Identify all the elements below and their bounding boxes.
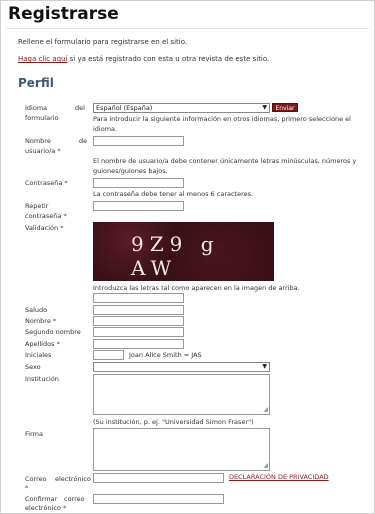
login-notice-text: si ya está registrado con esta u otra re… <box>67 55 270 63</box>
first-name-input[interactable] <box>93 316 184 326</box>
language-label-3: formulario <box>25 114 59 122</box>
gender-select[interactable]: ▼ <box>93 362 270 372</box>
username-label-1: Nombre <box>25 137 51 145</box>
language-help: Para introducir la siguiente información… <box>93 115 351 133</box>
initials-input[interactable] <box>93 350 124 360</box>
title-divider <box>6 28 369 29</box>
confirm-email-input[interactable] <box>93 494 224 504</box>
language-label-2: del <box>75 104 85 112</box>
last-name-label: Apellidos * <box>25 340 60 348</box>
privacy-statement-link[interactable]: DECLARACIÓN DE PRIVACIDAD <box>229 473 329 481</box>
chevron-down-icon: ▼ <box>262 363 267 370</box>
initials-label: Iniciales <box>25 351 52 359</box>
salutation-input[interactable] <box>93 305 184 315</box>
email-label-2: electrónico <box>55 475 91 483</box>
username-label-2: de <box>79 137 88 145</box>
email-input[interactable] <box>93 473 224 483</box>
signature-textarea[interactable]: ◢ <box>93 428 270 471</box>
language-select-value: Español (España) <box>96 104 153 112</box>
required-marker: * <box>64 179 68 187</box>
required-marker: * <box>60 224 64 232</box>
password-help: La contraseña debe tener al menos 6 cara… <box>93 190 254 198</box>
intro-text: Rellene el formulario para registrarse e… <box>18 38 188 46</box>
affiliation-textarea[interactable]: ◢ <box>93 374 270 415</box>
salutation-label: Saludo <box>25 306 48 314</box>
language-submit-button[interactable]: Enviar <box>272 103 298 112</box>
captcha-image: 9Z9 g AW <box>93 222 274 281</box>
signature-label: Firma <box>25 430 43 438</box>
confirm-email-label-3: electrónico * <box>25 504 67 512</box>
username-input[interactable] <box>93 136 184 146</box>
page-title: Registrarse <box>8 4 119 24</box>
captcha-label: Validación * <box>25 224 64 232</box>
chevron-down-icon: ▼ <box>262 104 267 111</box>
username-help: El nombre de usuario/a debe contener úni… <box>93 157 357 175</box>
language-label-1: Idioma <box>25 104 48 112</box>
last-name-input[interactable] <box>93 339 184 349</box>
repeat-password-label-2: contraseña * <box>25 212 67 220</box>
login-link[interactable]: Haga clic aquí <box>18 55 67 63</box>
first-name-label: Nombre * <box>25 317 57 325</box>
section-title-profile: Perfil <box>18 76 54 90</box>
middle-name-input[interactable] <box>93 327 184 337</box>
resize-grip-icon[interactable]: ◢ <box>263 463 268 469</box>
required-marker: * <box>25 484 29 492</box>
initials-help: Joan Alice Smith = JAS <box>129 351 202 359</box>
required-marker: * <box>63 504 67 512</box>
gender-label: Sexo <box>25 363 41 371</box>
password-input[interactable] <box>93 178 184 188</box>
repeat-password-label-1: Repetir <box>25 202 49 210</box>
email-required: * <box>25 483 28 493</box>
required-marker: * <box>63 212 67 220</box>
required-marker: * <box>56 340 60 348</box>
username-label-3: usuario/a * <box>25 147 61 155</box>
captcha-help: Introduzca las letras tal como aparecen … <box>93 284 300 292</box>
repeat-password-input[interactable] <box>93 201 184 211</box>
affiliation-help: (Su institución, p. ej. "Universidad Sim… <box>93 418 254 426</box>
language-select[interactable]: Español (España) ▼ <box>93 103 270 113</box>
required-marker: * <box>57 147 61 155</box>
required-marker: * <box>52 317 57 325</box>
affiliation-label: Institución <box>25 375 59 383</box>
captcha-input[interactable] <box>93 293 184 303</box>
middle-name-label: Segundo nombre <box>25 328 81 336</box>
captcha-image-text: 9Z9 g AW <box>131 232 220 280</box>
resize-grip-icon[interactable]: ◢ <box>263 407 268 413</box>
confirm-email-label-2: correo <box>64 495 85 503</box>
password-label: Contraseña * <box>25 179 68 187</box>
login-notice: Haga clic aquí si ya está registrado con… <box>18 55 269 63</box>
